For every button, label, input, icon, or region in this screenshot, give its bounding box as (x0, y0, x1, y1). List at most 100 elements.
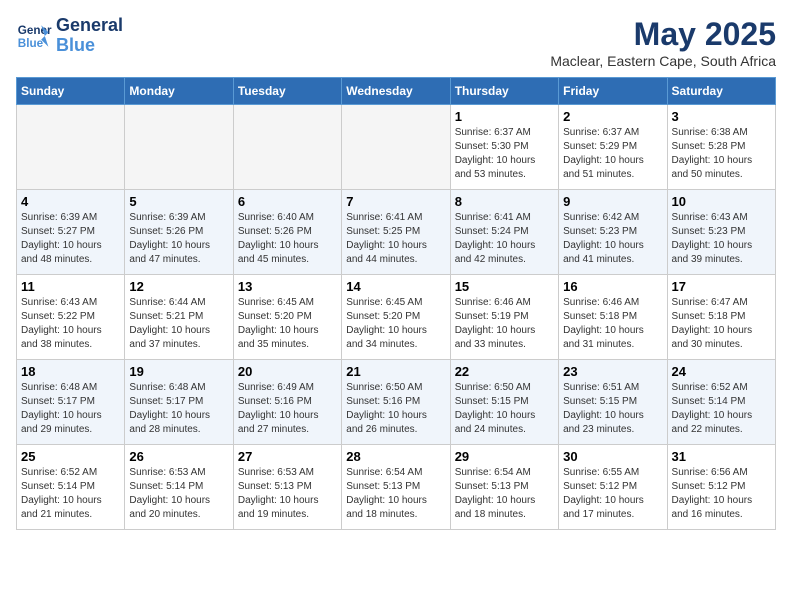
calendar-cell: 14Sunrise: 6:45 AMSunset: 5:20 PMDayligh… (342, 275, 450, 360)
calendar-cell: 8 Sunrise: 6:41 AMSunset: 5:24 PMDaylight… (450, 190, 558, 275)
logo: General Blue General Blue (16, 16, 123, 56)
calendar-cell: 10 Sunrise: 6:43 AMSunset: 5:23 PMDayligh… (667, 190, 775, 275)
header-tuesday: Tuesday (233, 78, 341, 105)
calendar-cell: 5 Sunrise: 6:39 AMSunset: 5:26 PMDaylight… (125, 190, 233, 275)
day-info: Sunrise: 6:54 AMSunset: 5:13 PMDaylight:… (455, 466, 554, 522)
day-info: Sunrise: 6:51 AMSunset: 5:15 PMDaylight:… (563, 381, 662, 437)
calendar-cell: 24 Sunrise: 6:52 AMSunset: 5:14 PMDayligh… (667, 360, 775, 445)
day-info: Sunrise: 6:53 AMSunset: 5:13 PMDaylight:… (238, 466, 337, 522)
day-info: Sunrise: 6:41 AMSunset: 5:25 PMDaylight:… (346, 211, 445, 267)
calendar-cell: 3Sunrise: 6:38 AMSunset: 5:28 PMDaylight… (667, 105, 775, 190)
day-info: Sunrise: 6:39 AMSunset: 5:27 PMDaylight:… (21, 211, 120, 267)
day-number: 10 (672, 194, 771, 209)
calendar-cell: 27 Sunrise: 6:53 AMSunset: 5:13 PMDayligh… (233, 445, 341, 530)
calendar-cell: 25 Sunrise: 6:52 AMSunset: 5:14 PMDayligh… (17, 445, 125, 530)
day-info: Sunrise: 6:53 AMSunset: 5:14 PMDaylight:… (129, 466, 228, 522)
calendar-week-1: 1 Sunrise: 6:37 AMSunset: 5:30 PMDaylight… (17, 105, 776, 190)
day-number: 14 (346, 279, 445, 294)
day-number: 15 (455, 279, 554, 294)
calendar-table: SundayMondayTuesdayWednesdayThursdayFrid… (16, 77, 776, 530)
day-info: Sunrise: 6:38 AMSunset: 5:28 PMDaylight:… (672, 126, 771, 182)
day-number: 11 (21, 279, 120, 294)
logo-icon: General Blue (16, 18, 52, 54)
calendar-cell: 15 Sunrise: 6:46 AMSunset: 5:19 PMDayligh… (450, 275, 558, 360)
svg-text:General: General (18, 24, 52, 37)
day-info: Sunrise: 6:54 AMSunset: 5:13 PMDaylight:… (346, 466, 445, 522)
day-info: Sunrise: 6:46 AMSunset: 5:18 PMDaylight:… (563, 296, 662, 352)
day-number: 25 (21, 449, 120, 464)
title-area: May 2025 Maclear, Eastern Cape, South Af… (550, 16, 776, 69)
day-number: 27 (238, 449, 337, 464)
calendar-week-2: 4Sunrise: 6:39 AMSunset: 5:27 PMDaylight… (17, 190, 776, 275)
calendar-header-row: SundayMondayTuesdayWednesdayThursdayFrid… (17, 78, 776, 105)
day-info: Sunrise: 6:39 AMSunset: 5:26 PMDaylight:… (129, 211, 228, 267)
calendar-cell: 2Sunrise: 6:37 AMSunset: 5:29 PMDaylight… (559, 105, 667, 190)
calendar-cell: 12Sunrise: 6:44 AMSunset: 5:21 PMDayligh… (125, 275, 233, 360)
calendar-cell (125, 105, 233, 190)
day-number: 20 (238, 364, 337, 379)
day-info: Sunrise: 6:47 AMSunset: 5:18 PMDaylight:… (672, 296, 771, 352)
calendar-cell: 9 Sunrise: 6:42 AMSunset: 5:23 PMDaylight… (559, 190, 667, 275)
day-number: 22 (455, 364, 554, 379)
day-number: 21 (346, 364, 445, 379)
day-info: Sunrise: 6:43 AMSunset: 5:22 PMDaylight:… (21, 296, 120, 352)
day-number: 24 (672, 364, 771, 379)
day-info: Sunrise: 6:52 AMSunset: 5:14 PMDaylight:… (672, 381, 771, 437)
calendar-cell: 19Sunrise: 6:48 AMSunset: 5:17 PMDayligh… (125, 360, 233, 445)
subtitle: Maclear, Eastern Cape, South Africa (550, 53, 776, 69)
calendar-cell: 20 Sunrise: 6:49 AMSunset: 5:16 PMDayligh… (233, 360, 341, 445)
header-wednesday: Wednesday (342, 78, 450, 105)
day-number: 19 (129, 364, 228, 379)
day-info: Sunrise: 6:41 AMSunset: 5:24 PMDaylight:… (455, 211, 554, 267)
day-number: 28 (346, 449, 445, 464)
day-info: Sunrise: 6:44 AMSunset: 5:21 PMDaylight:… (129, 296, 228, 352)
calendar-cell: 13 Sunrise: 6:45 AMSunset: 5:20 PMDayligh… (233, 275, 341, 360)
day-number: 18 (21, 364, 120, 379)
day-info: Sunrise: 6:50 AMSunset: 5:16 PMDaylight:… (346, 381, 445, 437)
calendar-cell: 11 Sunrise: 6:43 AMSunset: 5:22 PMDayligh… (17, 275, 125, 360)
header-saturday: Saturday (667, 78, 775, 105)
header-sunday: Sunday (17, 78, 125, 105)
day-number: 9 (563, 194, 662, 209)
main-title: May 2025 (550, 16, 776, 53)
day-number: 6 (238, 194, 337, 209)
day-number: 2 (563, 109, 662, 124)
day-info: Sunrise: 6:42 AMSunset: 5:23 PMDaylight:… (563, 211, 662, 267)
day-info: Sunrise: 6:46 AMSunset: 5:19 PMDaylight:… (455, 296, 554, 352)
day-info: Sunrise: 6:37 AMSunset: 5:30 PMDaylight:… (455, 126, 554, 182)
day-number: 17 (672, 279, 771, 294)
calendar-cell: 23 Sunrise: 6:51 AMSunset: 5:15 PMDayligh… (559, 360, 667, 445)
day-number: 8 (455, 194, 554, 209)
day-number: 7 (346, 194, 445, 209)
calendar-week-3: 11 Sunrise: 6:43 AMSunset: 5:22 PMDayligh… (17, 275, 776, 360)
calendar-cell (233, 105, 341, 190)
logo-text: General Blue (56, 16, 123, 56)
day-info: Sunrise: 6:49 AMSunset: 5:16 PMDaylight:… (238, 381, 337, 437)
day-info: Sunrise: 6:43 AMSunset: 5:23 PMDaylight:… (672, 211, 771, 267)
day-number: 26 (129, 449, 228, 464)
calendar-cell: 4Sunrise: 6:39 AMSunset: 5:27 PMDaylight… (17, 190, 125, 275)
calendar-cell: 28 Sunrise: 6:54 AMSunset: 5:13 PMDayligh… (342, 445, 450, 530)
calendar-cell (17, 105, 125, 190)
day-number: 1 (455, 109, 554, 124)
day-info: Sunrise: 6:50 AMSunset: 5:15 PMDaylight:… (455, 381, 554, 437)
header-friday: Friday (559, 78, 667, 105)
calendar-cell: 22 Sunrise: 6:50 AMSunset: 5:15 PMDayligh… (450, 360, 558, 445)
calendar-cell: 18Sunrise: 6:48 AMSunset: 5:17 PMDayligh… (17, 360, 125, 445)
day-number: 23 (563, 364, 662, 379)
calendar-cell: 7 Sunrise: 6:41 AMSunset: 5:25 PMDaylight… (342, 190, 450, 275)
day-number: 31 (672, 449, 771, 464)
calendar-cell: 29Sunrise: 6:54 AMSunset: 5:13 PMDayligh… (450, 445, 558, 530)
day-info: Sunrise: 6:52 AMSunset: 5:14 PMDaylight:… (21, 466, 120, 522)
day-number: 13 (238, 279, 337, 294)
day-number: 5 (129, 194, 228, 209)
svg-text:Blue: Blue (18, 37, 44, 50)
calendar-cell (342, 105, 450, 190)
day-info: Sunrise: 6:45 AMSunset: 5:20 PMDaylight:… (238, 296, 337, 352)
calendar-cell: 30Sunrise: 6:55 AMSunset: 5:12 PMDayligh… (559, 445, 667, 530)
header-thursday: Thursday (450, 78, 558, 105)
calendar-week-4: 18Sunrise: 6:48 AMSunset: 5:17 PMDayligh… (17, 360, 776, 445)
calendar-cell: 26 Sunrise: 6:53 AMSunset: 5:14 PMDayligh… (125, 445, 233, 530)
day-number: 30 (563, 449, 662, 464)
calendar-cell: 17 Sunrise: 6:47 AMSunset: 5:18 PMDayligh… (667, 275, 775, 360)
